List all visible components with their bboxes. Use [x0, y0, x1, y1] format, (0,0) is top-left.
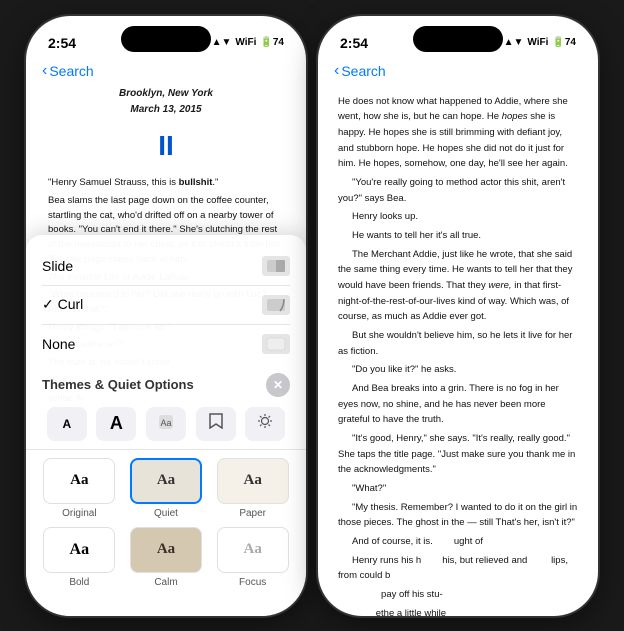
time-left: 2:54: [48, 35, 76, 51]
back-arrow-icon-right: ‹: [334, 62, 339, 80]
reading-para-14: pay off his stu-: [338, 587, 578, 603]
theme-bold-label: Bold: [69, 577, 89, 588]
transition-slide[interactable]: Slide: [42, 247, 290, 286]
reading-para-4: He wants to tell her it's all true.: [338, 228, 578, 244]
themes-label: Themes & Quiet Options: [42, 377, 194, 392]
theme-original[interactable]: Aa Original: [40, 458, 119, 519]
curl-icon: [262, 295, 290, 315]
theme-original-text: Aa: [70, 472, 88, 489]
dynamic-island: [121, 26, 211, 52]
theme-focus-text: Aa: [243, 541, 261, 558]
reading-para-15: ethe a little while: [338, 606, 578, 616]
bookmark-button[interactable]: [196, 407, 236, 441]
reading-para-3: Henry looks up.: [338, 209, 578, 225]
font-decrease-button[interactable]: A: [47, 407, 87, 441]
transition-row: Slide ✓ Curl None: [26, 247, 306, 363]
theme-bold-preview: Aa: [43, 527, 115, 573]
transition-curl[interactable]: ✓ Curl: [42, 286, 290, 325]
nav-bar-left: ‹ Search: [26, 60, 306, 86]
reading-para-1: He does not know what happened to Addie,…: [338, 94, 578, 172]
theme-quiet-label: Quiet: [154, 508, 178, 519]
back-arrow-icon: ‹: [42, 62, 47, 80]
theme-paper-preview: Aa: [217, 458, 289, 504]
nav-bar-right: ‹ Search: [318, 60, 598, 86]
reading-para-2: "You're really going to method actor thi…: [338, 175, 578, 206]
back-label-left: Search: [49, 63, 93, 79]
reading-para-10: "What?": [338, 481, 578, 497]
theme-quiet[interactable]: Aa Quiet: [127, 458, 206, 519]
reading-content: He does not know what happened to Addie,…: [318, 86, 598, 616]
theme-quiet-text: Aa: [157, 472, 175, 489]
transition-curl-label: ✓ Curl: [42, 296, 83, 313]
status-icons-left: ▲▼ WiFi 🔋74: [212, 37, 284, 48]
chapter-number: II: [48, 124, 284, 169]
transition-none-label: None: [42, 336, 75, 352]
reading-para-12: And of course, it is. ught of: [338, 534, 578, 550]
theme-calm-text: Aa: [157, 541, 175, 558]
transition-none[interactable]: None: [42, 325, 290, 363]
theme-focus[interactable]: Aa Focus: [213, 527, 292, 588]
theme-paper[interactable]: Aa Paper: [213, 458, 292, 519]
bookmark-icon: [209, 413, 223, 434]
back-button-right[interactable]: ‹ Search: [334, 62, 386, 80]
theme-quiet-preview: Aa: [130, 458, 202, 504]
theme-calm-label: Calm: [154, 577, 177, 588]
back-label-right: Search: [341, 63, 385, 79]
right-phone: 2:54 ▲▼ WiFi 🔋74 ‹ Search He does not kn…: [318, 16, 598, 616]
reading-para-8: And Bea breaks into a grin. There is no …: [338, 381, 578, 428]
theme-grid: Aa Original Aa Quiet Aa Paper: [26, 450, 306, 592]
status-icons-right: ▲▼ WiFi 🔋74: [504, 37, 576, 48]
theme-bold-text: Aa: [70, 541, 90, 559]
book-header: Brooklyn, New YorkMarch 13, 2015: [48, 86, 284, 118]
font-large-label: A: [110, 413, 123, 434]
theme-original-label: Original: [62, 508, 96, 519]
left-phone: 2:54 ▲▼ WiFi 🔋74 ‹ Search Brooklyn, New …: [26, 16, 306, 616]
close-button[interactable]: ✕: [266, 373, 290, 397]
brightness-button[interactable]: [245, 407, 285, 441]
reading-para-6: But she wouldn't believe him, so he lets…: [338, 328, 578, 359]
svg-text:Aa: Aa: [160, 418, 171, 428]
dynamic-island-right: [413, 26, 503, 52]
slide-icon: [262, 256, 290, 276]
brightness-icon: [257, 413, 273, 434]
phones-container: 2:54 ▲▼ WiFi 🔋74 ‹ Search Brooklyn, New …: [26, 16, 598, 616]
reading-para-7: "Do you like it?" he asks.: [338, 362, 578, 378]
theme-bold[interactable]: Aa Bold: [40, 527, 119, 588]
reading-para-9: "It's good, Henry," she says. "It's real…: [338, 431, 578, 478]
theme-focus-label: Focus: [239, 577, 266, 588]
time-right: 2:54: [340, 35, 368, 51]
theme-calm[interactable]: Aa Calm: [127, 527, 206, 588]
font-small-label: A: [62, 417, 71, 431]
bottom-panel: Slide ✓ Curl None: [26, 235, 306, 616]
reading-para-5: The Merchant Addie, just like he wrote, …: [338, 247, 578, 325]
reading-para-11: "My thesis. Remember? I wanted to do it …: [338, 500, 578, 531]
theme-original-preview: Aa: [43, 458, 115, 504]
theme-paper-text: Aa: [243, 472, 261, 489]
font-style-icon: Aa: [158, 414, 174, 433]
back-button-left[interactable]: ‹ Search: [42, 62, 94, 80]
font-controls: A A Aa: [26, 403, 306, 450]
reading-para-13: Henry runs his h his, but relieved and l…: [338, 553, 578, 584]
theme-focus-preview: Aa: [217, 527, 289, 573]
font-increase-button[interactable]: A: [96, 407, 136, 441]
theme-paper-label: Paper: [239, 508, 266, 519]
transition-slide-label: Slide: [42, 258, 73, 274]
themes-label-row: Themes & Quiet Options ✕: [26, 367, 306, 403]
font-style-button[interactable]: Aa: [146, 407, 186, 441]
none-icon: [262, 334, 290, 354]
theme-calm-preview: Aa: [130, 527, 202, 573]
